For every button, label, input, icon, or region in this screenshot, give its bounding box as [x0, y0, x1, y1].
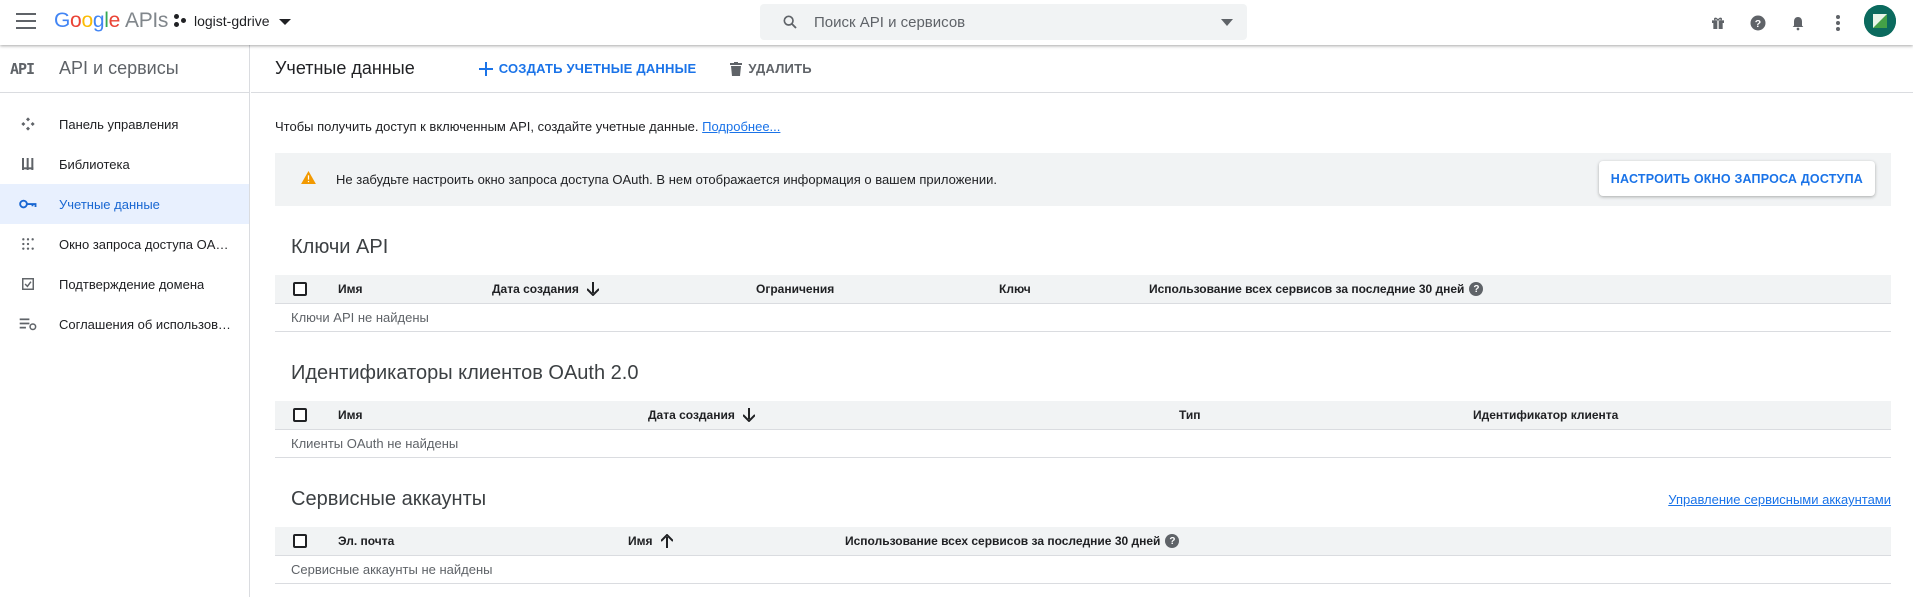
select-all-checkbox[interactable] — [293, 408, 307, 422]
column-type: Тип — [1179, 408, 1201, 422]
project-icon — [174, 14, 188, 28]
sidebar-item-dashboard[interactable]: Панель управления — [0, 104, 249, 144]
library-icon — [18, 156, 38, 172]
search-icon — [774, 4, 806, 40]
oauth-clients-title: Идентификаторы клиентов OAuth 2.0 — [291, 362, 639, 384]
sidebar-item-label: Панель управления — [59, 116, 179, 132]
more-vert-icon[interactable] — [1826, 11, 1850, 35]
sidebar-item-label: Окно запроса доступа OAuth — [59, 236, 231, 252]
sidebar-item-label: Библиотека — [59, 156, 130, 172]
empty-message: Сервисные аккаунты не найдены — [275, 555, 1891, 584]
manage-service-accounts-link[interactable]: Управление сервисными аккаунтами — [1668, 492, 1891, 507]
add-icon — [478, 61, 493, 76]
search-dropdown-icon[interactable] — [1221, 19, 1233, 26]
sidebar-item-label: Учетные данные — [59, 196, 160, 212]
column-restrictions: Ограничения — [756, 282, 835, 296]
sidebar-title: API и сервисы — [59, 58, 179, 78]
column-created[interactable]: Дата создания — [648, 408, 755, 422]
api-keys-title: Ключи API — [291, 236, 389, 258]
delete-button[interactable]: УДАЛИТЬ — [730, 61, 812, 76]
column-usage: Использование всех сервисов за последние… — [1149, 282, 1484, 296]
sidebar-item-label: Соглашения об использовании — [59, 316, 231, 332]
svg-text:?: ? — [1755, 18, 1761, 30]
dashboard-icon — [18, 116, 38, 132]
configure-consent-button[interactable]: НАСТРОИТЬ ОКНО ЗАПРОСА ДОСТУПА — [1598, 161, 1875, 196]
sidebar-item-agreements[interactable]: Соглашения об использовании — [0, 304, 249, 344]
sidebar-item-library[interactable]: Библиотека — [0, 144, 249, 184]
notifications-icon[interactable] — [1786, 11, 1810, 35]
help-icon[interactable]: ? — [1165, 534, 1180, 548]
column-email: Эл. почта — [338, 534, 395, 548]
arrow-down-icon — [742, 408, 755, 422]
menu-icon[interactable] — [16, 13, 36, 29]
project-name: logist-gdrive — [194, 13, 270, 29]
gift-icon[interactable] — [1706, 11, 1730, 35]
help-icon[interactable]: ? — [1469, 282, 1484, 296]
main-content: Учетные данные СОЗДАТЬ УЧЕТНЫЕ ДАННЫЕ УД… — [251, 45, 1913, 597]
empty-message: Ключи API не найдены — [275, 303, 1891, 332]
sidebar-item-label: Подтверждение домена — [59, 276, 205, 292]
column-key: Ключ — [999, 282, 1031, 296]
column-created[interactable]: Дата создания — [492, 282, 599, 296]
api-keys-table: Имя Дата создания Ограничения Ключ Испол… — [275, 275, 1891, 332]
learn-more-link[interactable]: Подробнее... — [702, 119, 780, 134]
search-bar[interactable] — [760, 4, 1247, 40]
warning-icon — [301, 170, 316, 189]
column-client-id: Идентификатор клиента — [1473, 408, 1619, 422]
table-header: Имя Дата создания Ограничения Ключ Испол… — [275, 275, 1891, 303]
select-all-checkbox[interactable] — [293, 534, 307, 548]
top-app-bar: GoogleAPIs logist-gdrive ? — [0, 0, 1913, 45]
create-credentials-button[interactable]: СОЗДАТЬ УЧЕТНЫЕ ДАННЫЕ — [478, 61, 697, 76]
column-name: Имя — [338, 408, 363, 422]
warning-text: Не забудьте настроить окно запроса досту… — [336, 172, 997, 187]
sidebar-header: API API и сервисы — [0, 45, 249, 93]
help-icon[interactable]: ? — [1746, 11, 1770, 35]
project-selector[interactable]: logist-gdrive — [174, 13, 292, 29]
select-all-checkbox[interactable] — [293, 282, 307, 296]
service-accounts-title: Сервисные аккаунты — [291, 488, 487, 510]
google-apis-logo[interactable]: Google APIs — [54, 9, 168, 33]
arrow-up-icon — [660, 534, 673, 548]
column-usage: Использование всех сервисов за последние… — [845, 534, 1180, 548]
sidebar-item-domain-verification[interactable]: Подтверждение домена — [0, 264, 249, 304]
page-title: Учетные данные — [275, 58, 415, 78]
service-accounts-table: Эл. почта Имя Использование всех сервисо… — [275, 527, 1891, 584]
sidebar-item-credentials[interactable]: Учетные данные — [0, 184, 249, 224]
sidebar-item-oauth-consent[interactable]: Окно запроса доступа OAuth — [0, 224, 249, 264]
avatar[interactable] — [1864, 5, 1896, 37]
domain-check-icon — [18, 277, 38, 291]
oauth-warning-banner: Не забудьте настроить окно запроса досту… — [275, 153, 1891, 206]
arrow-down-icon — [586, 282, 599, 296]
oauth-clients-table: Имя Дата создания Тип Идентификатор клие… — [275, 401, 1891, 458]
page-header: Учетные данные СОЗДАТЬ УЧЕТНЫЕ ДАННЫЕ УД… — [251, 45, 1913, 93]
column-name[interactable]: Имя — [628, 534, 673, 548]
trash-icon — [730, 61, 743, 76]
api-badge-icon: API — [10, 59, 35, 78]
table-header: Эл. почта Имя Использование всех сервисо… — [275, 527, 1891, 555]
intro-text: Чтобы получить доступ к включенным API, … — [275, 119, 781, 134]
agreements-icon — [18, 317, 38, 331]
table-header: Имя Дата создания Тип Идентификатор клие… — [275, 401, 1891, 429]
empty-message: Клиенты OAuth не найдены — [275, 429, 1891, 458]
chevron-down-icon — [279, 19, 292, 25]
sidebar: API API и сервисы Панель управления Библ… — [0, 45, 250, 597]
column-name: Имя — [338, 282, 363, 296]
consent-icon — [18, 237, 38, 251]
key-icon — [18, 198, 38, 210]
search-input[interactable] — [814, 13, 1194, 31]
